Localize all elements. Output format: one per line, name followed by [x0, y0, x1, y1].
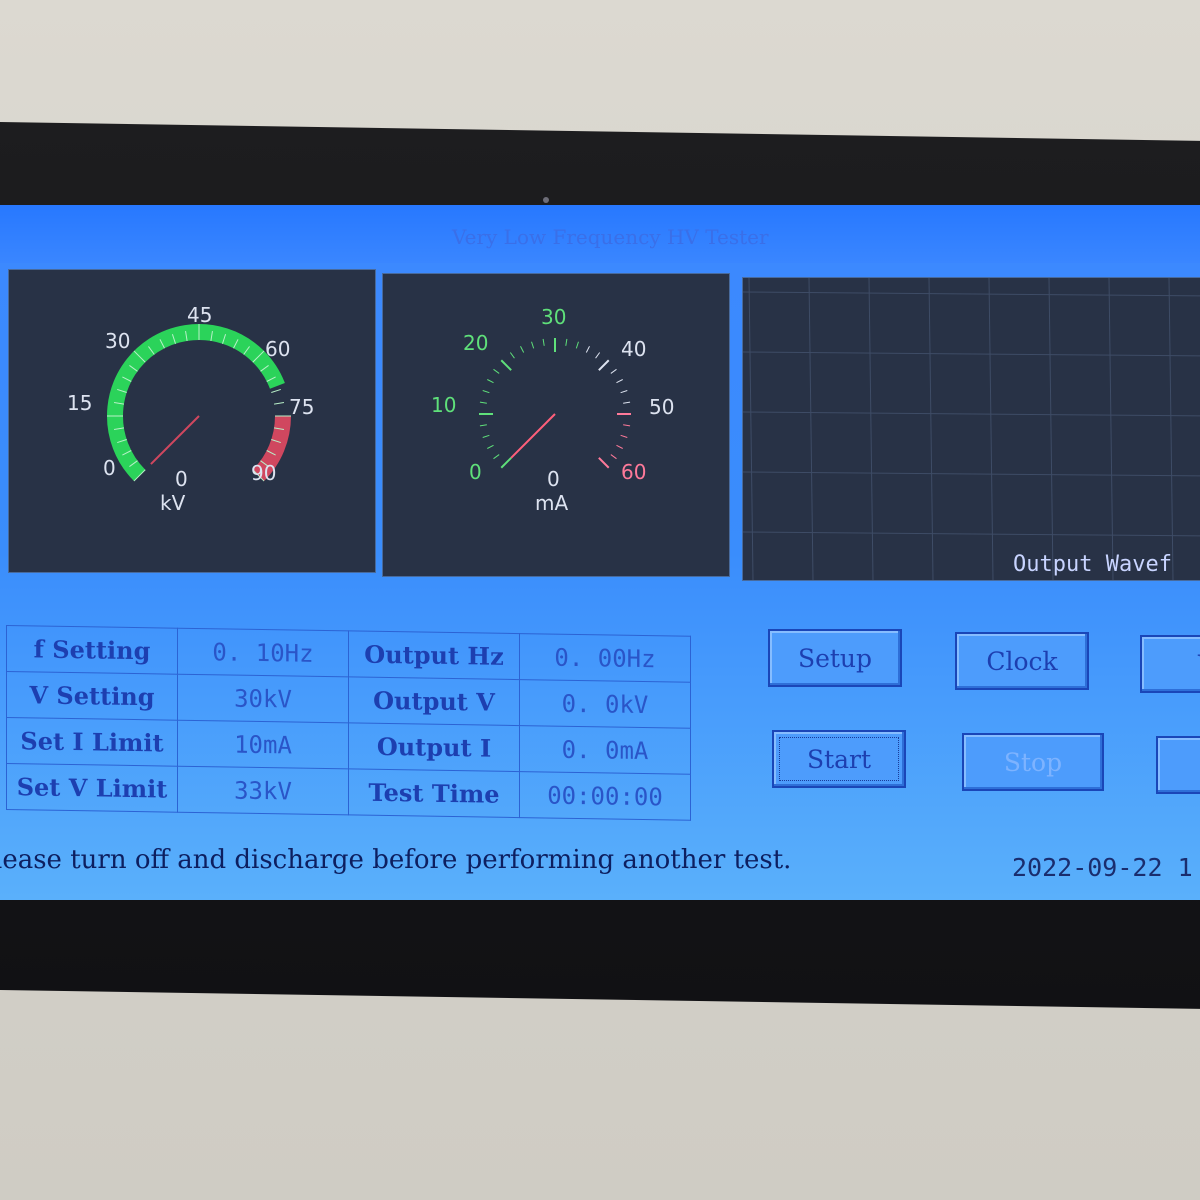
grid-line [743, 291, 1200, 297]
kv-gauge-panel: 0 15 30 45 60 75 90 0 kV [8, 269, 376, 573]
setting-value: 0. 10Hz [177, 628, 349, 677]
ma-tick [585, 346, 590, 353]
extra-button[interactable]: I [1156, 736, 1200, 794]
kv-gauge-needle [150, 415, 200, 465]
grid-line [743, 411, 1200, 417]
setting-value: 33kV [177, 766, 349, 815]
ma-tick [509, 352, 515, 359]
ma-tick [479, 424, 487, 427]
output-label: Output Hz [348, 630, 520, 680]
ma-tick [623, 424, 631, 427]
kv-reading: 0 [175, 467, 188, 491]
kv-tick-75: 75 [289, 395, 314, 419]
ma-unit: mA [535, 491, 568, 515]
kv-tick-30: 30 [105, 329, 130, 353]
ma-tick [479, 401, 487, 404]
kv-gauge-safe-arc [107, 324, 285, 482]
setting-value: 10mA [177, 720, 349, 769]
grid-line [748, 278, 754, 580]
setting-label: Set V Limit [6, 763, 178, 813]
bezel-screw [543, 197, 549, 203]
ma-reading: 0 [547, 467, 560, 491]
ma-tick [493, 368, 500, 374]
output-value: 0. 0mA [519, 725, 691, 775]
ma-tick [542, 338, 545, 346]
parameters-table: f Setting 0. 10Hz Output Hz 0. 00Hz V Settin… [6, 625, 691, 821]
ma-tick [616, 444, 623, 449]
setting-label: Set I Limit [6, 717, 178, 767]
ma-tick [620, 434, 628, 438]
date-time: 2022-09-22 1 [1012, 853, 1193, 882]
ma-gauge-ticks [479, 338, 631, 469]
setting-label: f Setting [6, 625, 178, 675]
output-label: Output V [348, 676, 520, 726]
start-button[interactable]: Start [772, 730, 906, 788]
grid-line [743, 351, 1200, 357]
kv-unit: kV [160, 491, 186, 515]
ma-tick [598, 359, 610, 371]
ma-tick [616, 379, 623, 384]
output-value: 0. 00Hz [519, 633, 691, 683]
ma-tick [575, 341, 579, 349]
output-label: Output I [348, 722, 520, 772]
setup-button[interactable]: Setup [768, 629, 902, 687]
clock-button[interactable]: Clock [955, 632, 1089, 690]
app-title: Very Low Frequency HV Tester [452, 225, 769, 249]
kv-gauge: 0 15 30 45 60 75 90 0 kV [67, 303, 314, 515]
ma-tick [565, 338, 568, 346]
output-value: 0. 0kV [519, 679, 691, 729]
grid-line [868, 278, 874, 580]
ma-tick [482, 390, 490, 394]
stop-button[interactable]: Stop [962, 733, 1104, 791]
grid-line [988, 278, 994, 580]
ma-gauge-needle [510, 413, 556, 459]
kv-tick-15: 15 [67, 391, 92, 415]
hmi-screen: Very Low Frequency HV Tester 0 15 30 45 … [0, 205, 1200, 900]
ma-tick [493, 454, 500, 460]
kv-tick-60: 60 [265, 337, 290, 361]
waveform-grid [743, 278, 1200, 580]
ma-tick-50: 50 [649, 395, 674, 419]
grid-line [1168, 278, 1174, 580]
ma-gauge: 0 10 20 30 40 50 60 0 mA [431, 305, 674, 515]
kv-tick-90: 90 [251, 461, 276, 485]
waveform-label: Output Wavef [1013, 552, 1172, 577]
kv-tick-45: 45 [187, 303, 212, 327]
ma-tick [487, 444, 494, 449]
kv-tick-0: 0 [103, 456, 116, 480]
ma-tick [487, 379, 494, 384]
ma-tick [610, 368, 617, 374]
grid-line [928, 278, 934, 580]
ma-tick [500, 359, 512, 371]
grid-line [808, 278, 814, 580]
ma-tick-0: 0 [469, 460, 482, 484]
ma-tick [610, 454, 617, 460]
setting-label: V Setting [6, 671, 178, 721]
kv-minor-tick [273, 402, 285, 405]
ma-gauge-panel: 0 10 20 30 40 50 60 0 mA [382, 273, 730, 577]
ma-tick [623, 401, 631, 404]
ma-tick [620, 390, 628, 394]
ma-tick [520, 346, 525, 353]
status-message: lease turn off and discharge before perf… [0, 845, 792, 875]
ma-tick-30: 30 [541, 305, 566, 329]
output-label: Test Time [348, 768, 520, 818]
ma-tick-40: 40 [621, 337, 646, 361]
ma-tick-60: 60 [621, 460, 646, 484]
waveform-panel: Output Wavef [742, 277, 1200, 581]
ma-tick-20: 20 [463, 331, 488, 355]
ma-tick-10: 10 [431, 393, 456, 417]
setting-value: 30kV [177, 674, 349, 723]
ma-tick [482, 434, 490, 438]
grid-line [743, 531, 1200, 537]
parameter-row: Set V Limit 33kV Test Time 00:00:00 [6, 763, 691, 821]
kv-minor-tick [271, 388, 281, 393]
view-button[interactable]: V [1140, 635, 1200, 693]
ma-tick [598, 457, 610, 469]
ma-tick [500, 457, 512, 469]
ma-tick [531, 341, 535, 349]
output-value: 00:00:00 [519, 771, 691, 821]
ma-tick [595, 352, 601, 359]
title-bar: Very Low Frequency HV Tester [0, 205, 1200, 263]
